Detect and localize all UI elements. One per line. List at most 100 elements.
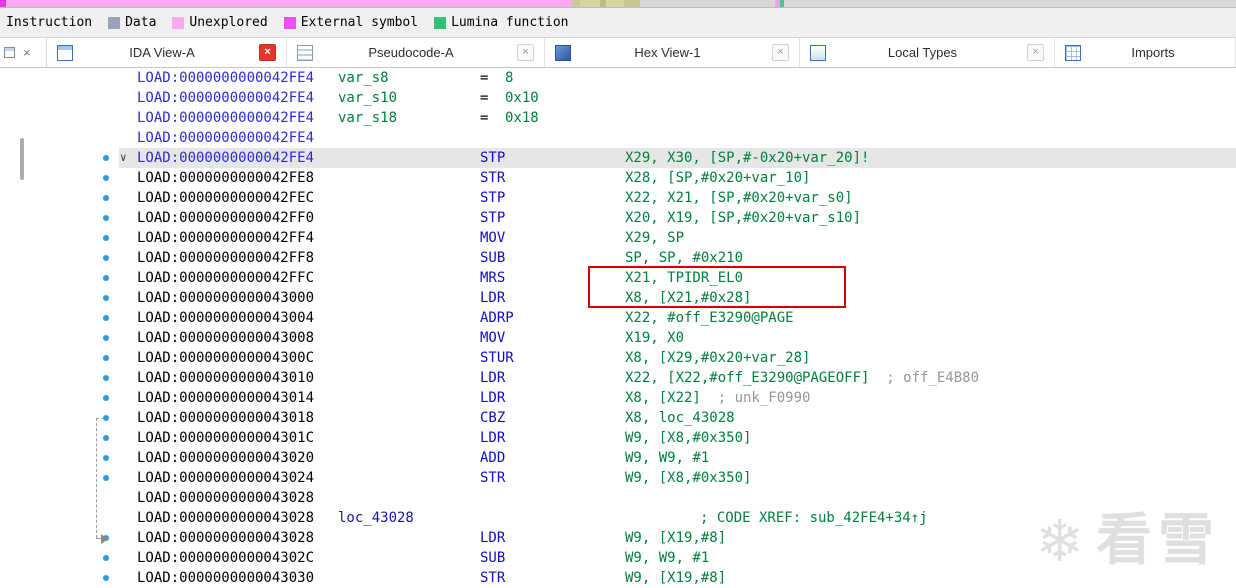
collapse-arrow-icon[interactable]: ∨: [120, 148, 127, 168]
address: LOAD:0000000000043008: [137, 330, 315, 346]
legend-swatch: [434, 16, 447, 29]
listing-line[interactable]: LOAD:0000000000042FF8 SUB SP, SP, #0x210: [0, 248, 1236, 268]
listing-line[interactable]: ∨ LOAD:0000000000042FE4 STP X29, X30, [SP,#…: [0, 148, 1236, 168]
tab-label: Imports: [1131, 45, 1175, 60]
operands: W9, [X8,#0x350]: [625, 430, 752, 446]
operands: X22, X21, [SP,#0x20+var_s0]: [625, 190, 853, 206]
jump-arrow-head-icon: [101, 534, 108, 544]
listing-line[interactable]: LOAD:0000000000042FE4 var_s8 = 8: [0, 68, 1236, 88]
address: LOAD:000000000004301C: [137, 430, 315, 446]
stack-variable: var_s8: [338, 70, 389, 86]
tab-local-types[interactable]: Local Types ×: [800, 38, 1055, 67]
legend-label: Lumina function: [451, 15, 569, 30]
legend-item: Lumina function: [434, 15, 569, 30]
listing-line[interactable]: LOAD:0000000000043028: [0, 488, 1236, 508]
listing-line[interactable]: LOAD:0000000000043004 ADRP X22, #off_E3290…: [0, 308, 1236, 328]
listing-line[interactable]: LOAD:0000000000042FF4 MOV X29, SP: [0, 228, 1236, 248]
listing-line[interactable]: LOAD:0000000000042FE4 var_s18 = 0x18: [0, 108, 1236, 128]
operand-group: X20, X19, [SP,#0x20+var_s10]: [625, 208, 861, 228]
tab-label: Local Types: [887, 45, 958, 60]
listing-line[interactable]: LOAD:0000000000043018 CBZ X8, loc_43028: [0, 408, 1236, 428]
listing-line[interactable]: LOAD:0000000000043024 STR W9, [X8,#0x350]: [0, 468, 1236, 488]
address: LOAD:0000000000042FEC: [137, 190, 315, 206]
listing-line[interactable]: LOAD:0000000000043010 LDR X22, [X22,#off_E…: [0, 368, 1236, 388]
operand-group: X22, #off_E3290@PAGE: [625, 308, 794, 328]
legend-bar: Instruction Data Unexplored External symbol…: [0, 8, 1236, 38]
address: LOAD:0000000000042FF8: [137, 250, 315, 266]
tab-ida-view-a[interactable]: IDA View-A ×: [47, 38, 287, 67]
operand-group: X22, [X22,#off_E3290@PAGEOFF] ; off_E4B8…: [625, 368, 979, 388]
listing-line[interactable]: LOAD:0000000000042FE8 STR X28, [SP,#0x20+v…: [0, 168, 1236, 188]
pseudocode-icon: [297, 44, 313, 61]
operand-group: W9, [X8,#0x350]: [625, 428, 751, 448]
tab-label: IDA View-A: [129, 45, 195, 60]
ida-view-icon: [57, 44, 73, 61]
navband-segment[interactable]: [640, 0, 775, 7]
local-types-icon: [810, 44, 826, 61]
nav-dot-icon: [103, 315, 109, 321]
address: LOAD:0000000000043028: [137, 510, 315, 526]
operand-group: W9, [X19,#8]: [625, 568, 726, 588]
listing-line[interactable]: LOAD:0000000000042FEC STP X22, X21, [SP,#0…: [0, 188, 1236, 208]
tab-pseudocode-a[interactable]: Pseudocode-A ×: [287, 38, 545, 67]
mnemonic: STP: [480, 150, 506, 166]
legend-swatch: [172, 16, 185, 29]
operands: X29, SP: [625, 230, 685, 246]
operands: X29, X30, [SP,#-0x20+var_20]!: [625, 150, 870, 166]
operand-group: X28, [SP,#0x20+var_10]: [625, 168, 810, 188]
operand-group: X29, X30, [SP,#-0x20+var_20]!: [625, 148, 869, 168]
listing-line[interactable]: LOAD:0000000000042FE4: [0, 128, 1236, 148]
operands: X20, X19, [SP,#0x20+var_s10]: [625, 210, 862, 226]
legend-label: Instruction: [6, 15, 93, 30]
address: LOAD:0000000000043000: [137, 290, 315, 306]
operands: X28, [SP,#0x20+var_10]: [625, 170, 811, 186]
nav-dot-icon: [103, 575, 109, 581]
mnemonic: MOV: [480, 330, 506, 346]
variable-value: 8: [505, 70, 514, 86]
tab-close-button[interactable]: ×: [772, 44, 789, 61]
address: LOAD:0000000000042FFC: [137, 270, 315, 286]
mnemonic: STR: [480, 470, 506, 486]
listing-line[interactable]: LOAD:0000000000043014 LDR X8, [X22] ; unk_…: [0, 388, 1236, 408]
panel-close-button[interactable]: ×: [23, 45, 31, 60]
listing-line[interactable]: LOAD:0000000000043020 ADD W9, W9, #1: [0, 448, 1236, 468]
navband-segment[interactable]: [580, 0, 600, 7]
tab-imports[interactable]: Imports: [1055, 38, 1236, 67]
address: LOAD:0000000000043020: [137, 450, 315, 466]
tab-close-button[interactable]: ×: [259, 44, 276, 61]
mini-panel: ×: [0, 38, 47, 67]
inline-comment: [701, 390, 718, 406]
address: LOAD:0000000000042FE4: [137, 70, 315, 86]
operands: X19, X0: [625, 330, 685, 346]
navband-segment[interactable]: [606, 0, 624, 7]
listing-line[interactable]: LOAD:0000000000042FE4 var_s10 = 0x10: [0, 88, 1236, 108]
tab-close-button[interactable]: ×: [1027, 44, 1044, 61]
navband-segment[interactable]: [784, 0, 1236, 7]
listing-line[interactable]: LOAD:0000000000042FF0 STP X20, X19, [SP,#0…: [0, 208, 1236, 228]
operands: W9, W9, #1: [625, 450, 710, 466]
operands: W9, [X19,#8]: [625, 570, 727, 586]
tab-label: Pseudocode-A: [368, 45, 454, 60]
navband-segment[interactable]: [572, 0, 580, 7]
tab-close-button[interactable]: ×: [517, 44, 534, 61]
address: LOAD:0000000000042FF4: [137, 230, 315, 246]
listing-line[interactable]: LOAD:000000000004300C STUR X8, [X29,#0x20+…: [0, 348, 1236, 368]
mnemonic: MRS: [480, 270, 506, 286]
navband-segment[interactable]: [624, 0, 640, 7]
mnemonic: STUR: [480, 350, 514, 366]
legend-item: Data: [108, 15, 156, 30]
address: LOAD:0000000000043028: [137, 490, 315, 506]
listing-line[interactable]: LOAD:000000000004301C LDR W9, [X8,#0x350]: [0, 428, 1236, 448]
nav-dot-icon: [103, 275, 109, 281]
jump-arrow-line: [96, 418, 97, 538]
navband-segment[interactable]: [6, 0, 572, 7]
hex-view-icon: [555, 44, 571, 61]
scrollbar-thumb[interactable]: [20, 138, 24, 180]
operands: X8, [X29,#0x20+var_28]: [625, 350, 811, 366]
inline-comment: [869, 370, 886, 386]
mnemonic: ADD: [480, 450, 506, 466]
navigation-band[interactable]: [0, 0, 1236, 8]
tab-hex-view-1[interactable]: Hex View-1 ×: [545, 38, 800, 67]
listing-line[interactable]: LOAD:0000000000043008 MOV X19, X0: [0, 328, 1236, 348]
mnemonic: STR: [480, 170, 506, 186]
